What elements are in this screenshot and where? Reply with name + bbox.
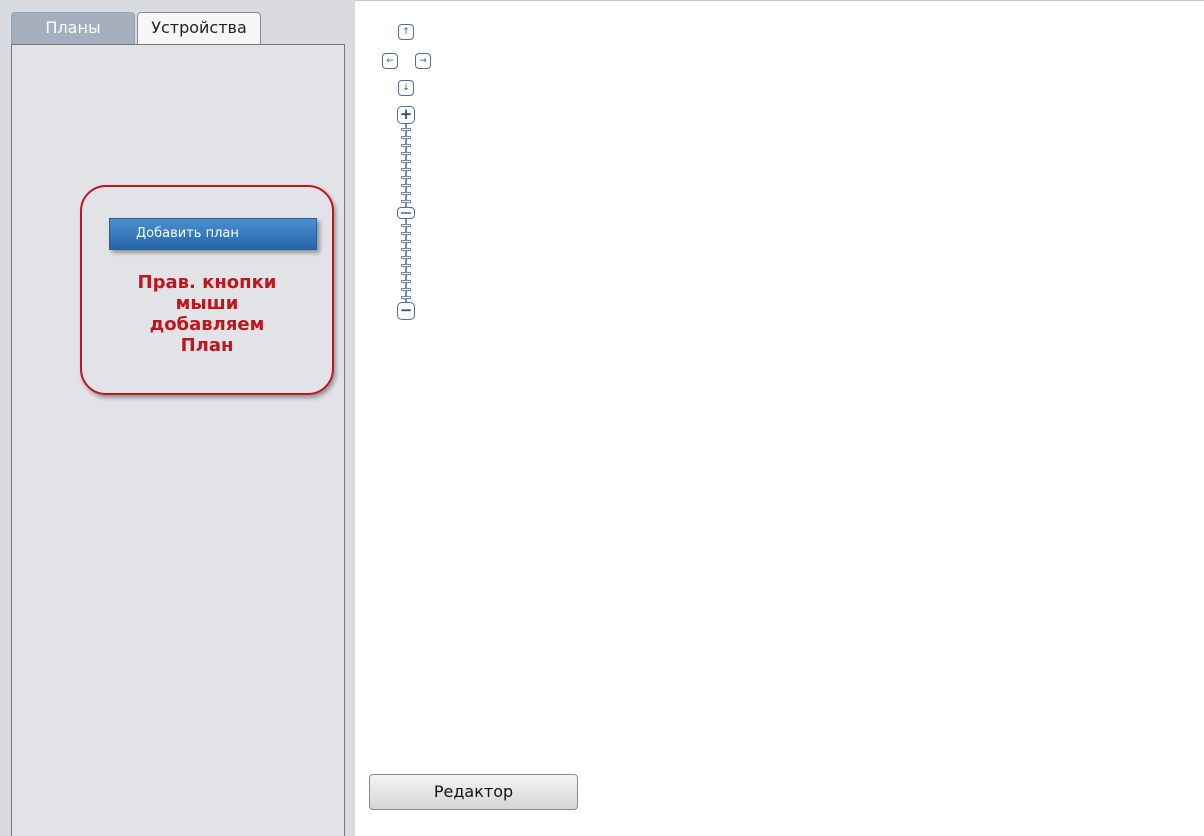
pan-down-button[interactable]: ↓: [398, 80, 414, 96]
pan-left-button[interactable]: ←: [382, 53, 398, 69]
zoom-slider-tick: [401, 288, 411, 291]
zoom-slider-tick: [401, 168, 411, 171]
zoom-slider-tick: [401, 136, 411, 139]
zoom-slider-tick: [401, 296, 411, 299]
pan-up-button[interactable]: ↑: [398, 24, 414, 40]
zoom-slider-tick: [401, 248, 411, 251]
zoom-slider-tick: [401, 232, 411, 235]
arrow-right-icon: →: [419, 56, 427, 66]
tab-plans[interactable]: Планы: [11, 12, 135, 44]
zoom-slider-tick: [401, 192, 411, 195]
zoom-slider-tick: [401, 256, 411, 259]
zoom-slider-tick: [401, 176, 411, 179]
zoom-slider-tick: [401, 264, 411, 267]
zoom-slider-tick: [401, 160, 411, 163]
zoom-slider-tick: [401, 240, 411, 243]
zoom-slider-tick: [401, 200, 411, 203]
annotation-text: Прав. кнопки мыши добавляем План: [137, 272, 277, 356]
top-divider: [355, 0, 1204, 1]
tab-devices[interactable]: Устройства: [137, 12, 261, 44]
pan-right-button[interactable]: →: [415, 53, 431, 69]
zoom-slider-tick: [401, 224, 411, 227]
plus-icon: +: [399, 105, 413, 123]
zoom-slider-tick: [401, 272, 411, 275]
plans-list-panel[interactable]: [11, 44, 345, 836]
zoom-slider-tick: [401, 280, 411, 283]
arrow-up-icon: ↑: [402, 27, 410, 37]
zoom-slider-tick: [401, 144, 411, 147]
zoom-slider-tick: [401, 184, 411, 187]
zoom-slider-tick: [401, 128, 411, 131]
arrow-down-icon: ↓: [402, 83, 410, 93]
zoom-out-button[interactable]: −: [397, 302, 415, 320]
zoom-in-button[interactable]: +: [397, 106, 415, 124]
minus-icon: −: [399, 301, 413, 319]
add-plan-menu-item[interactable]: Добавить план: [109, 218, 317, 250]
zoom-slider-thumb[interactable]: [397, 207, 415, 219]
arrow-left-icon: ←: [386, 56, 394, 66]
zoom-slider-tick: [401, 152, 411, 155]
editor-button[interactable]: Редактор: [369, 774, 578, 810]
